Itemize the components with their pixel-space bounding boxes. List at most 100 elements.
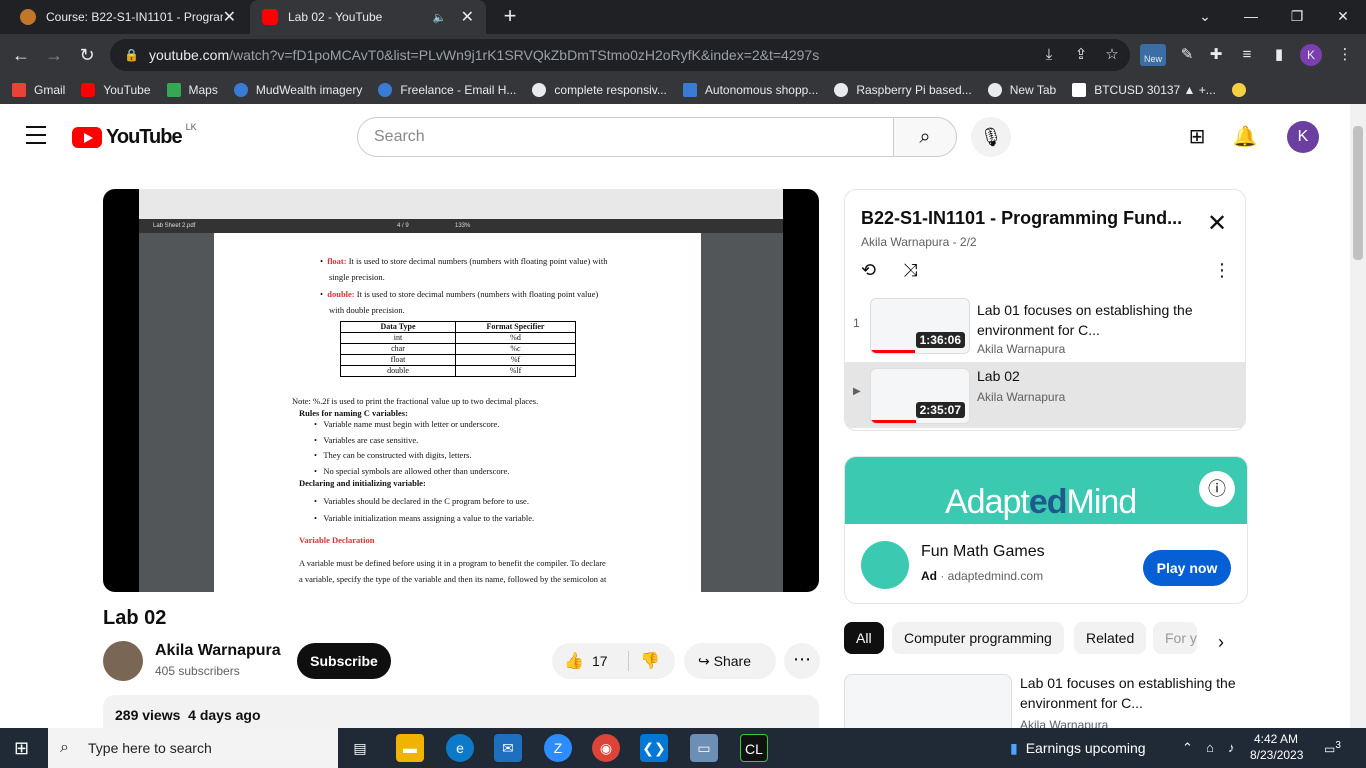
table-cell: %c	[455, 343, 576, 355]
taskbar-search-box[interactable]: ⌕ Type here to search	[48, 728, 338, 768]
audio-playing-icon[interactable]: 🔈	[433, 11, 447, 24]
playlist-more-icon[interactable]: ⋮	[1213, 260, 1231, 281]
scrollbar-thumb[interactable]	[1353, 126, 1363, 260]
back-icon[interactable]: ←	[8, 42, 34, 68]
loop-icon[interactable]: ⟲	[861, 260, 876, 281]
channel-avatar[interactable]	[103, 641, 143, 681]
ad-mascot-icon[interactable]	[861, 541, 909, 589]
account-avatar[interactable]: K	[1287, 121, 1319, 153]
share-page-icon[interactable]: ⇪	[1068, 42, 1094, 68]
task-view-icon[interactable]: ▤	[346, 734, 374, 762]
pdf-toolbar: Lab Sheet 2.pdf 4 / 9 133%	[139, 219, 783, 233]
chip-for-you[interactable]: For y	[1153, 622, 1197, 654]
bookmark-raspberry[interactable]: Raspberry Pi based...	[834, 83, 972, 97]
chip-computer-programming[interactable]: Computer programming	[892, 622, 1064, 654]
close-window-button[interactable]: ✕	[1320, 0, 1366, 34]
search-button[interactable]: ⌕	[893, 117, 957, 157]
volume-icon[interactable]: ♪	[1228, 740, 1235, 755]
bookmark-maps[interactable]: Maps	[166, 83, 218, 97]
ad-info-icon[interactable]: ⓘ	[1199, 471, 1235, 507]
media-control-icon[interactable]: ≡	[1234, 42, 1260, 68]
video-thumbnail[interactable]: 1:36:06	[870, 298, 970, 354]
recommended-thumbnail[interactable]	[844, 674, 1012, 734]
side-panel-icon[interactable]: ▮	[1266, 42, 1292, 68]
bookmark-newtab[interactable]: New Tab	[987, 83, 1056, 97]
mail-icon[interactable]: ✉	[494, 734, 522, 762]
share-button[interactable]: ↪ Share	[684, 643, 776, 679]
notepad-icon[interactable]: ▭	[690, 734, 718, 762]
chrome-menu-icon[interactable]: ⋮	[1332, 42, 1358, 68]
chip-all[interactable]: All	[844, 622, 884, 654]
close-playlist-icon[interactable]: ✕	[1207, 212, 1227, 236]
close-tab-icon[interactable]: ✕	[461, 7, 474, 27]
like-count[interactable]: 17	[592, 653, 608, 669]
tray-chevron-icon[interactable]: ⌃	[1182, 740, 1193, 756]
notifications-bell-icon[interactable]: 🔔	[1232, 124, 1258, 150]
network-icon[interactable]: ⌂	[1206, 740, 1214, 755]
create-video-icon[interactable]: ⊞	[1184, 124, 1210, 150]
extension-new-icon[interactable]: New	[1140, 44, 1166, 66]
dislike-thumb-icon[interactable]: 👎	[640, 651, 660, 671]
recommended-title[interactable]: Lab 01 focuses on establishing the envir…	[1020, 673, 1240, 713]
lock-icon[interactable]: 🔒	[124, 48, 139, 62]
minimize-button[interactable]: —	[1228, 0, 1274, 34]
install-icon[interactable]: ⤓	[1036, 42, 1062, 68]
playlist-item[interactable]: 1 1:36:06 Lab 01 focuses on establishing…	[845, 292, 1245, 358]
hamburger-menu-icon[interactable]	[26, 126, 46, 144]
more-actions-icon[interactable]: ⋯	[784, 643, 820, 679]
bookmark-star-icon[interactable]: ☆	[1099, 42, 1125, 68]
pdf-filename: Lab Sheet 2.pdf	[153, 223, 196, 229]
taskbar-clock[interactable]: 4:42 AM 8/23/2023	[1250, 731, 1303, 763]
playlist-item-current[interactable]: ▶ 2:35:07 Lab 02 Akila Warnapura	[845, 362, 1245, 428]
clion-icon[interactable]: CL	[740, 734, 768, 762]
bookmark-youtube[interactable]: YouTube	[81, 83, 151, 97]
playlist-title[interactable]: B22-S1-IN1101 - Programming Fund...	[861, 208, 1191, 229]
forward-icon[interactable]: →	[41, 42, 67, 68]
ad-banner[interactable]: AdaptedMind ⓘ	[845, 457, 1247, 524]
profile-avatar[interactable]: K	[1300, 44, 1322, 66]
browser-tab-youtube[interactable]: Lab 02 - YouTube 🔈 ✕	[250, 0, 486, 34]
bookmark-mudwealth[interactable]: MudWealth imagery	[233, 83, 362, 97]
extensions-puzzle-icon[interactable]: ✚	[1203, 42, 1229, 68]
bookmark-freelance[interactable]: Freelance - Email H...	[378, 83, 516, 97]
chrome-icon[interactable]: ◉	[592, 734, 620, 762]
voice-search-button[interactable]: 🎙	[971, 117, 1011, 157]
windows-start-icon[interactable]: ⊞	[14, 738, 34, 758]
vscode-icon[interactable]: ❮❯	[640, 734, 668, 762]
close-tab-icon[interactable]: ✕	[223, 7, 236, 27]
tradingview-icon	[1072, 83, 1087, 97]
restore-button[interactable]: ❐	[1274, 0, 1320, 34]
like-thumb-icon[interactable]: 👍	[564, 651, 584, 671]
new-tab-button[interactable]: +	[498, 5, 522, 29]
reload-icon[interactable]: ↻	[74, 42, 100, 68]
zoom-icon[interactable]: Z	[544, 734, 572, 762]
playlist-item-title[interactable]: Lab 01 focuses on establishing the envir…	[977, 300, 1207, 340]
chevron-right-icon[interactable]: ›	[1206, 627, 1236, 657]
playlist-item-title[interactable]: Lab 02	[977, 366, 1207, 386]
youtube-logo[interactable]: YouTube LK	[72, 122, 197, 149]
bookmark-autonomous[interactable]: Autonomous shopp...	[682, 83, 818, 97]
search-input[interactable]: Search	[357, 117, 894, 157]
channel-name[interactable]: Akila Warnapura	[155, 642, 281, 660]
video-player[interactable]: Lab Sheet 2.pdf 4 / 9 133% • float: It i…	[103, 189, 819, 592]
earnings-widget[interactable]: ▮ Earnings upcoming	[1010, 728, 1146, 768]
address-bar[interactable]: 🔒 youtube.com/watch?v=fD1poMCAvT0&list=P…	[110, 39, 1130, 71]
chip-related[interactable]: Related	[1074, 622, 1147, 654]
ad-title[interactable]: Fun Math Games	[921, 543, 1045, 561]
browser-tab-course[interactable]: Course: B22-S1-IN1101 - Program ✕	[8, 0, 248, 34]
play-now-button[interactable]: Play now	[1143, 550, 1231, 586]
bookmark-btcusd[interactable]: BTCUSD 30137 ▲ +...	[1072, 83, 1216, 97]
tab-search-icon[interactable]: ⌄	[1182, 0, 1228, 34]
bookmark-gmail[interactable]: Gmail	[12, 83, 65, 97]
notification-center-icon[interactable]: ▭3	[1324, 740, 1341, 756]
bookmark-responsive[interactable]: complete responsiv...	[532, 83, 667, 97]
extension-eyedropper-icon[interactable]: ✎	[1174, 42, 1200, 68]
video-thumbnail[interactable]: 2:35:07	[870, 368, 970, 424]
edge-icon[interactable]: e	[446, 734, 474, 762]
table-header: Format Specifier	[455, 321, 576, 333]
subscribe-button[interactable]: Subscribe	[297, 643, 391, 679]
search-placeholder: Search	[374, 128, 425, 145]
file-explorer-icon[interactable]: ▬	[396, 734, 424, 762]
shuffle-icon[interactable]: ⤨	[903, 260, 917, 281]
bookmark-extra[interactable]	[1231, 83, 1254, 97]
